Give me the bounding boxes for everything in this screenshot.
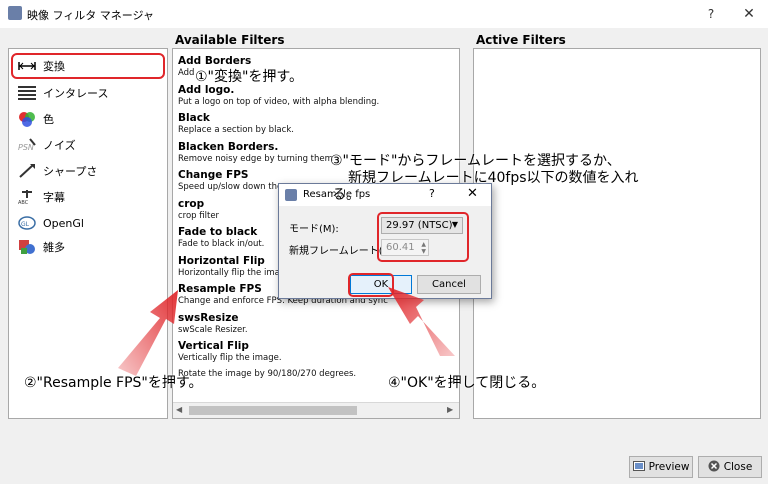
annotation-arrows (118, 287, 455, 376)
annotation-step3-line2: 新規フレームレートに40fps以下の数値を入れ (348, 170, 639, 186)
arrow-to-resample-fps (118, 290, 178, 376)
annotation-step4: ④"OK"を押して閉じる。 (388, 375, 546, 391)
annotation-step1: ①"変換"を押す。 (195, 69, 304, 85)
annotation-step2: ②"Resample FPS"を押す。 (24, 375, 203, 391)
annotation-step3-line3: る。 (332, 187, 360, 203)
arrow-to-ok (388, 287, 455, 356)
